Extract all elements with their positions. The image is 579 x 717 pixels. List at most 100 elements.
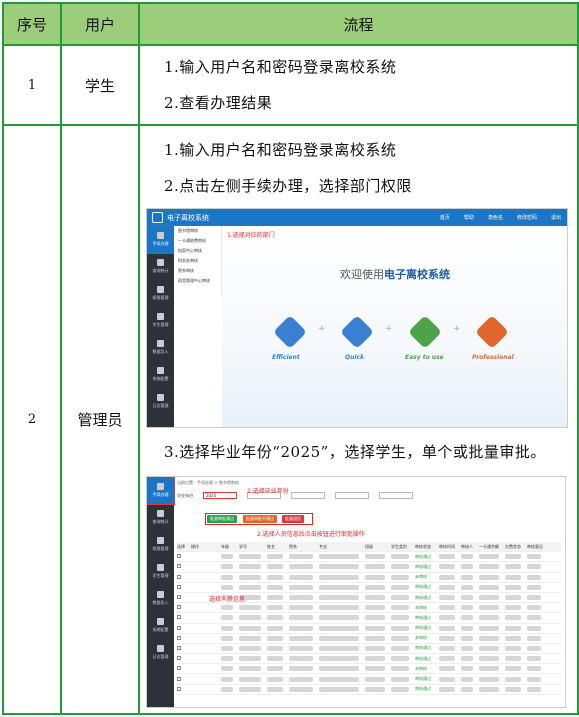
table-cell bbox=[319, 666, 365, 672]
top-menu-item[interactable]: 帮助 bbox=[464, 214, 474, 221]
side-item-config[interactable]: 系统配置 bbox=[147, 361, 174, 388]
table-cell bbox=[479, 564, 505, 570]
sub-menu: 图书馆审核 一卡通收费审核 档案中心审核 财务处审核 院系审核 宿舍管理中心审核 bbox=[174, 226, 222, 296]
redacted-value bbox=[319, 656, 359, 662]
table-cell bbox=[505, 574, 527, 580]
row-checkbox[interactable] bbox=[177, 676, 191, 682]
row-checkbox[interactable] bbox=[177, 605, 191, 610]
year-select[interactable]: 2025 bbox=[203, 492, 237, 499]
table-cell bbox=[461, 574, 479, 580]
row-checkbox[interactable] bbox=[177, 656, 191, 661]
sub-menu-item[interactable]: 一卡通收费审核 bbox=[174, 236, 221, 246]
table-cell bbox=[439, 686, 461, 692]
row-checkbox[interactable] bbox=[177, 686, 191, 692]
table-cell bbox=[527, 635, 547, 641]
table-row[interactable]: 审核通过 bbox=[177, 552, 561, 563]
table-cell bbox=[391, 656, 415, 662]
table-row[interactable]: 审核通过 bbox=[177, 674, 561, 685]
side-item-stats[interactable]: 查询统计 bbox=[147, 504, 174, 531]
redacted-value bbox=[319, 584, 359, 590]
table-cell bbox=[527, 615, 547, 621]
table-row[interactable]: 审核通过 bbox=[177, 624, 561, 634]
row-checkbox[interactable] bbox=[177, 635, 191, 641]
side-item-student[interactable]: 学生管理 bbox=[147, 307, 174, 334]
table-row[interactable]: 未审核 bbox=[177, 603, 561, 614]
side-item-procedure[interactable]: 手续办理 bbox=[147, 477, 175, 505]
redacted-value bbox=[505, 625, 521, 631]
feature-label: Professional bbox=[472, 354, 514, 361]
row-checkbox[interactable] bbox=[177, 595, 191, 600]
filter-select[interactable] bbox=[335, 492, 369, 499]
table-row[interactable]: 审核通过 bbox=[177, 644, 561, 655]
top-menu-item[interactable]: 首页 bbox=[440, 214, 450, 221]
table-row[interactable]: 未审核 bbox=[177, 634, 561, 644]
side-item-permission[interactable]: 权限管理 bbox=[147, 531, 174, 558]
row-checkbox[interactable] bbox=[177, 574, 191, 580]
redacted-value bbox=[479, 554, 499, 560]
redacted-value bbox=[319, 625, 359, 631]
year-label: 毕业年份 bbox=[177, 492, 193, 498]
redacted-value bbox=[289, 635, 313, 641]
redacted-value bbox=[527, 584, 541, 590]
table-cell bbox=[221, 564, 239, 570]
side-item-log[interactable]: 日志管理 bbox=[147, 639, 174, 666]
side-item-import[interactable]: 数据导入 bbox=[147, 334, 174, 361]
table-cell bbox=[365, 656, 391, 662]
table-row[interactable]: 审核通过 bbox=[177, 583, 561, 593]
sub-menu-item[interactable]: 院系审核 bbox=[174, 266, 221, 276]
row-checkbox[interactable] bbox=[177, 625, 191, 631]
table-row[interactable]: 审核通过 bbox=[177, 654, 561, 665]
side-item-import[interactable]: 数据导入 bbox=[147, 585, 174, 612]
status-badge: 未审核 bbox=[415, 574, 427, 580]
redacted-value bbox=[267, 564, 283, 570]
sub-menu-item[interactable]: 图书馆审核 bbox=[174, 226, 221, 236]
top-menu-item[interactable]: 角色名 bbox=[488, 214, 503, 221]
redacted-value bbox=[221, 564, 233, 570]
side-item-procedure[interactable]: 手续办理 bbox=[147, 225, 175, 254]
sub-menu-item[interactable]: 宿舍管理中心审核 bbox=[174, 276, 221, 286]
table-cell bbox=[319, 656, 365, 662]
redacted-value bbox=[319, 645, 359, 651]
redacted-value bbox=[391, 676, 409, 682]
side-item-student[interactable]: 学生管理 bbox=[147, 558, 174, 585]
table-cell bbox=[239, 645, 267, 651]
row-checkbox[interactable] bbox=[177, 564, 191, 569]
redacted-value bbox=[289, 625, 313, 631]
table-cell bbox=[391, 635, 415, 641]
sub-menu-item[interactable]: 财务处审核 bbox=[174, 256, 221, 266]
redacted-value bbox=[267, 635, 283, 641]
redacted-value bbox=[439, 564, 455, 570]
redacted-value bbox=[479, 645, 499, 651]
table-cell bbox=[289, 686, 319, 692]
filter-select[interactable] bbox=[291, 492, 325, 499]
side-item-permission[interactable]: 权限管理 bbox=[147, 280, 174, 307]
table-row[interactable]: 审核通过 bbox=[177, 685, 561, 695]
top-menu-item[interactable]: 退出 bbox=[551, 214, 561, 221]
row-checkbox[interactable] bbox=[177, 584, 191, 590]
table-cell bbox=[479, 584, 505, 590]
table-cell bbox=[391, 676, 415, 682]
table-cell bbox=[461, 686, 479, 692]
redacted-value bbox=[365, 656, 385, 662]
table-cell bbox=[439, 605, 461, 611]
filter-select[interactable] bbox=[379, 492, 413, 499]
row-checkbox[interactable] bbox=[177, 666, 191, 671]
table-row[interactable]: 审核通过 bbox=[177, 562, 561, 573]
side-item-log[interactable]: 日志管理 bbox=[147, 388, 174, 415]
side-item-config[interactable]: 系统配置 bbox=[147, 612, 174, 639]
table-cell bbox=[527, 656, 547, 662]
side-item-label: 手续办理 bbox=[152, 241, 169, 246]
table-row[interactable]: 审核通过 bbox=[177, 613, 561, 624]
row-checkbox[interactable] bbox=[177, 554, 191, 559]
top-menu-item[interactable]: 修改密码 bbox=[517, 214, 537, 221]
row-checkbox[interactable] bbox=[177, 645, 191, 651]
table-row[interactable]: 未审核 bbox=[177, 573, 561, 583]
side-item-stats[interactable]: 查询统计 bbox=[147, 253, 174, 280]
table-row[interactable]: 未审核 bbox=[177, 664, 561, 675]
redacted-value bbox=[479, 615, 499, 621]
annotation-note: 2.选择毕业年份 bbox=[247, 488, 289, 495]
row-checkbox[interactable] bbox=[177, 615, 191, 620]
sub-menu-item[interactable]: 档案中心审核 bbox=[174, 246, 221, 256]
table-cell bbox=[479, 676, 505, 682]
col-header: 操作 bbox=[191, 543, 199, 549]
